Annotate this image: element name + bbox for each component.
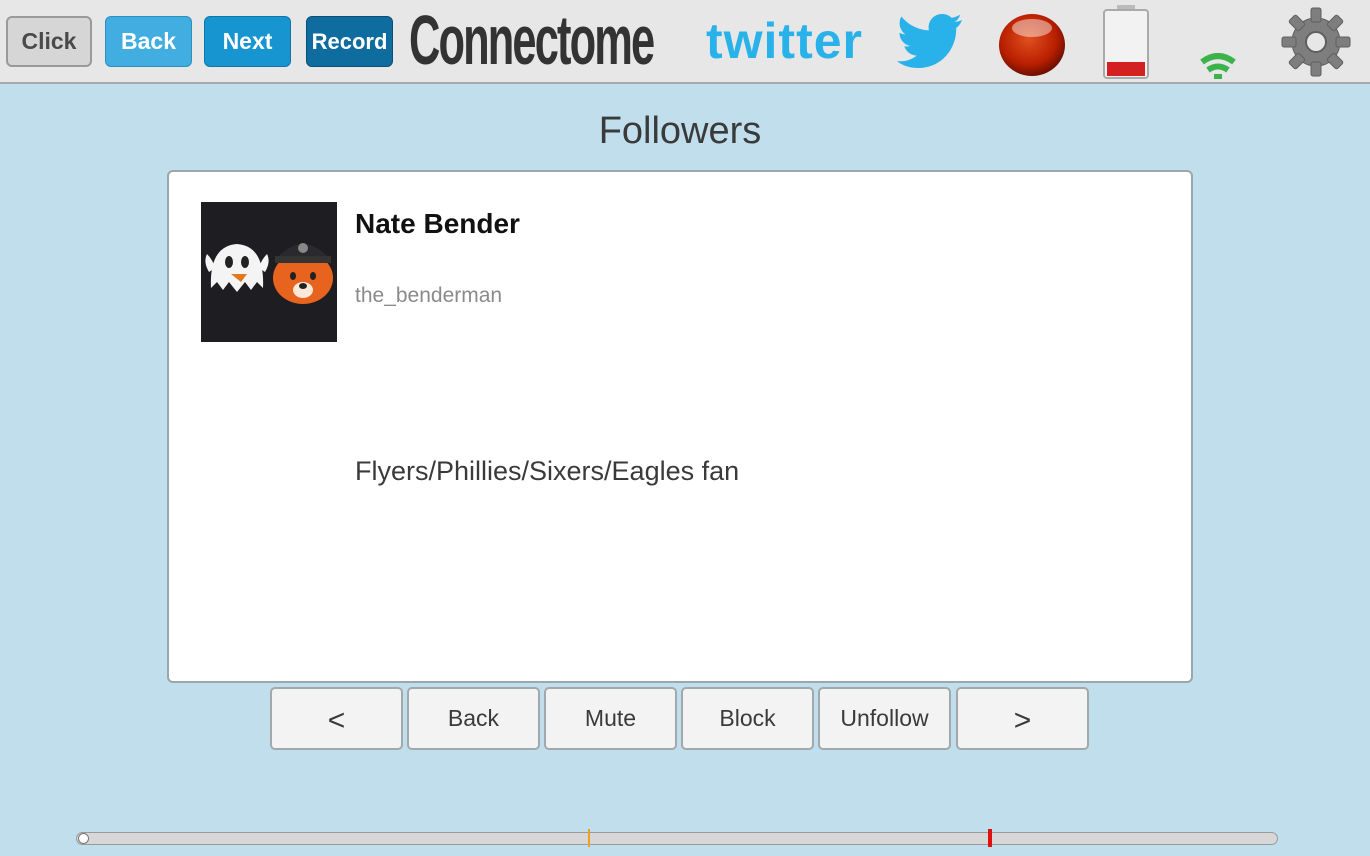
twitter-logo: twitter <box>706 13 863 69</box>
connectome-logo: Connectome <box>409 1 655 79</box>
unfollow-button[interactable]: Unfollow <box>818 687 951 750</box>
click-button[interactable]: Click <box>6 16 92 67</box>
next-button[interactable]: Next <box>204 16 291 67</box>
block-button[interactable]: Block <box>681 687 814 750</box>
previous-button[interactable]: < <box>270 687 403 750</box>
battery-icon <box>1103 5 1149 79</box>
profile-card: Nate Bender the_benderman Flyers/Phillie… <box>167 170 1193 683</box>
gear-icon[interactable] <box>1280 6 1352 78</box>
avatar <box>201 202 337 342</box>
top-toolbar: Click Back Next Record Connectome twitte… <box>0 0 1370 84</box>
profile-handle: the_benderman <box>355 284 503 307</box>
record-button[interactable]: Record <box>306 16 393 67</box>
timeline-marker <box>588 829 590 847</box>
timeline-slider-thumb[interactable] <box>78 833 89 844</box>
page-title: Followers <box>598 110 762 152</box>
mute-button[interactable]: Mute <box>544 687 677 750</box>
back-button[interactable]: Back <box>105 16 192 67</box>
wifi-icon <box>1200 53 1236 79</box>
timeline-playhead[interactable] <box>988 829 992 847</box>
record-indicator-icon <box>999 14 1065 76</box>
profile-name: Nate Bender <box>355 208 520 239</box>
twitter-bird-icon <box>896 14 962 68</box>
back-action-button[interactable]: Back <box>407 687 540 750</box>
timeline-slider[interactable] <box>76 832 1278 845</box>
profile-bio: Flyers/Phillies/Sixers/Eagles fan <box>355 456 740 486</box>
next-follower-button[interactable]: > <box>956 687 1089 750</box>
